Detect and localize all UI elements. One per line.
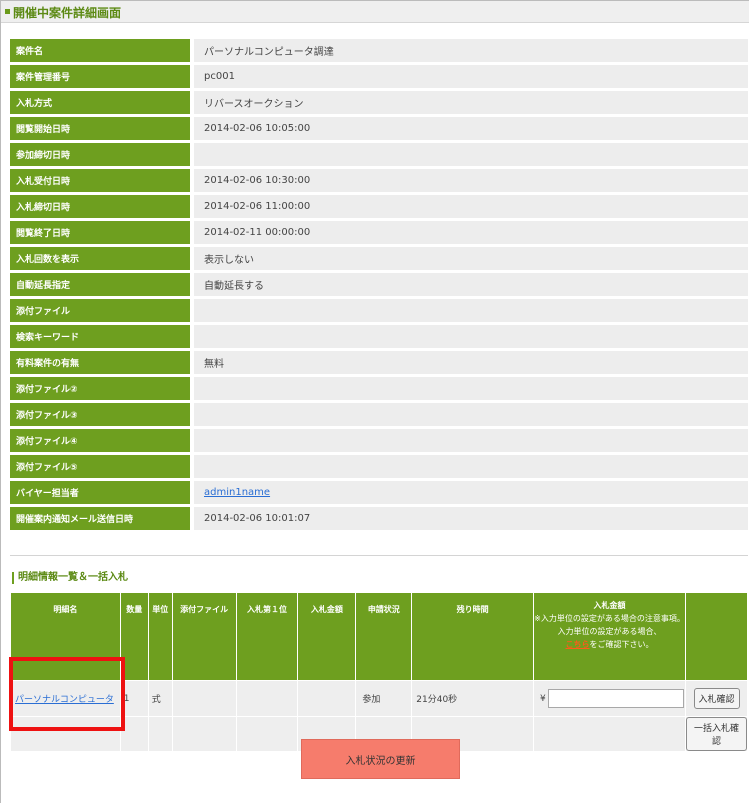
col-header-status: 申請状況 bbox=[355, 592, 413, 681]
item-amount bbox=[297, 680, 357, 717]
detail-row: 添付ファイル⑤ bbox=[10, 455, 748, 478]
col-header-action bbox=[685, 592, 748, 681]
buyer-link[interactable]: admin1name bbox=[204, 487, 270, 498]
detail-label: 添付ファイル bbox=[10, 299, 190, 322]
detail-value: 2014-02-06 11:00:00 bbox=[194, 195, 748, 218]
item-unit: 式 bbox=[147, 680, 173, 717]
detail-row: 添付ファイル④ bbox=[10, 429, 748, 452]
bid-amount-input[interactable] bbox=[547, 689, 684, 708]
col-header-bid: 入札金額 ※入力単位の設定がある場合の注意事項。 入力単位の設定がある場合、 こ… bbox=[533, 592, 687, 681]
detail-label: 参加締切日時 bbox=[10, 143, 190, 166]
detail-label: 入札方式 bbox=[10, 91, 190, 114]
detail-value: 2014-02-06 10:30:00 bbox=[194, 169, 748, 192]
page-title: 開催中案件詳細画面 bbox=[13, 6, 122, 20]
detail-value bbox=[194, 455, 748, 478]
detail-row: 案件管理番号 pc001 bbox=[10, 65, 748, 88]
detail-row: 添付ファイル③ bbox=[10, 403, 748, 426]
yen-label: ¥ bbox=[540, 694, 546, 704]
detail-row: 閲覧開始日時 2014-02-06 10:05:00 bbox=[10, 117, 748, 140]
item-first bbox=[235, 680, 299, 717]
col-header-unit: 単位 bbox=[147, 592, 173, 681]
detail-row: 添付ファイル② bbox=[10, 377, 748, 400]
detail-row: 入札締切日時 2014-02-06 11:00:00 bbox=[10, 195, 748, 218]
detail-row: 検索キーワード bbox=[10, 325, 748, 348]
bid-header-note: ※入力単位の設定がある場合の注意事項。 bbox=[534, 614, 685, 623]
detail-label: 添付ファイル⑤ bbox=[10, 455, 190, 478]
detail-label: 添付ファイル③ bbox=[10, 403, 190, 426]
detail-value bbox=[194, 325, 748, 348]
detail-label: 検索キーワード bbox=[10, 325, 190, 348]
detail-row: 入札回数を表示 表示しない bbox=[10, 247, 748, 270]
detail-label: 閲覧終了日時 bbox=[10, 221, 190, 244]
bid-header-link[interactable]: こちら bbox=[566, 640, 590, 649]
page-title-bar: 開催中案件詳細画面 bbox=[1, 1, 749, 23]
bid-header-label: 入札金額 bbox=[593, 601, 626, 610]
item-remaining: 21分40秒 bbox=[411, 680, 535, 717]
detail-label: 有料案件の有無 bbox=[10, 351, 190, 374]
detail-value: pc001 bbox=[194, 65, 748, 88]
item-status: 参加 bbox=[355, 680, 413, 717]
detail-label: 添付ファイル④ bbox=[10, 429, 190, 452]
detail-value: 表示しない bbox=[194, 247, 748, 270]
detail-value: 無料 bbox=[194, 351, 748, 374]
detail-value bbox=[194, 143, 748, 166]
items-section-title: 明細情報一覧＆一括入札 bbox=[12, 572, 128, 584]
col-header-amount: 入札金額 bbox=[297, 592, 357, 681]
bulk-cell: 一括入札確認 bbox=[685, 716, 748, 752]
detail-value bbox=[194, 299, 748, 322]
bulk-bid-confirm-button[interactable]: 一括入札確認 bbox=[686, 717, 747, 751]
detail-row: バイヤー担当者 admin1name bbox=[10, 481, 748, 504]
detail-value bbox=[194, 377, 748, 400]
detail-label: バイヤー担当者 bbox=[10, 481, 190, 504]
detail-value: admin1name bbox=[194, 481, 748, 504]
detail-label: 案件管理番号 bbox=[10, 65, 190, 88]
detail-table: 案件名 パーソナルコンピュータ調達 案件管理番号 pc001 入札方式 リバースオークショ… bbox=[10, 36, 748, 533]
detail-label: 入札締切日時 bbox=[10, 195, 190, 218]
detail-row: 入札受付日時 2014-02-06 10:30:00 bbox=[10, 169, 748, 192]
col-header-remaining: 残り時間 bbox=[411, 592, 535, 681]
bid-header-note2: 入力単位の設定がある場合、 bbox=[557, 627, 662, 636]
detail-label: 自動延長指定 bbox=[10, 273, 190, 296]
highlight-box bbox=[9, 657, 125, 731]
detail-row: 閲覧終了日時 2014-02-11 00:00:00 bbox=[10, 221, 748, 244]
detail-label: 入札回数を表示 bbox=[10, 247, 190, 270]
confirm-cell: 入札確認 bbox=[685, 680, 748, 717]
detail-row: 参加締切日時 bbox=[10, 143, 748, 166]
refresh-bid-status-button[interactable]: 入札状況の更新 bbox=[301, 739, 460, 779]
detail-value: 自動延長する bbox=[194, 273, 748, 296]
detail-row: 開催案内通知メール送信日時 2014-02-06 10:01:07 bbox=[10, 507, 748, 530]
detail-value: パーソナルコンピュータ調達 bbox=[194, 39, 748, 62]
detail-value bbox=[194, 403, 748, 426]
detail-row: 案件名 パーソナルコンピュータ調達 bbox=[10, 39, 748, 62]
detail-value bbox=[194, 429, 748, 452]
detail-value: 2014-02-06 10:01:07 bbox=[194, 507, 748, 530]
detail-value: 2014-02-06 10:05:00 bbox=[194, 117, 748, 140]
detail-row: 入札方式 リバースオークション bbox=[10, 91, 748, 114]
divider bbox=[10, 555, 748, 556]
detail-row: 自動延長指定 自動延長する bbox=[10, 273, 748, 296]
detail-value: リバースオークション bbox=[194, 91, 748, 114]
detail-label: 閲覧開始日時 bbox=[10, 117, 190, 140]
bid-confirm-button[interactable]: 入札確認 bbox=[693, 688, 740, 709]
detail-label: 入札受付日時 bbox=[10, 169, 190, 192]
detail-row: 有料案件の有無 無料 bbox=[10, 351, 748, 374]
detail-label: 案件名 bbox=[10, 39, 190, 62]
detail-label: 開催案内通知メール送信日時 bbox=[10, 507, 190, 530]
title-square-icon bbox=[5, 9, 10, 14]
col-header-attach: 添付ファイル bbox=[171, 592, 237, 681]
detail-row: 添付ファイル bbox=[10, 299, 748, 322]
detail-value: 2014-02-11 00:00:00 bbox=[194, 221, 748, 244]
item-attach bbox=[171, 680, 237, 717]
detail-label: 添付ファイル② bbox=[10, 377, 190, 400]
col-header-first: 入札第１位 bbox=[235, 592, 299, 681]
bid-input-cell: ¥ bbox=[533, 680, 687, 717]
bid-header-note3: をご確認下さい。 bbox=[589, 640, 654, 649]
